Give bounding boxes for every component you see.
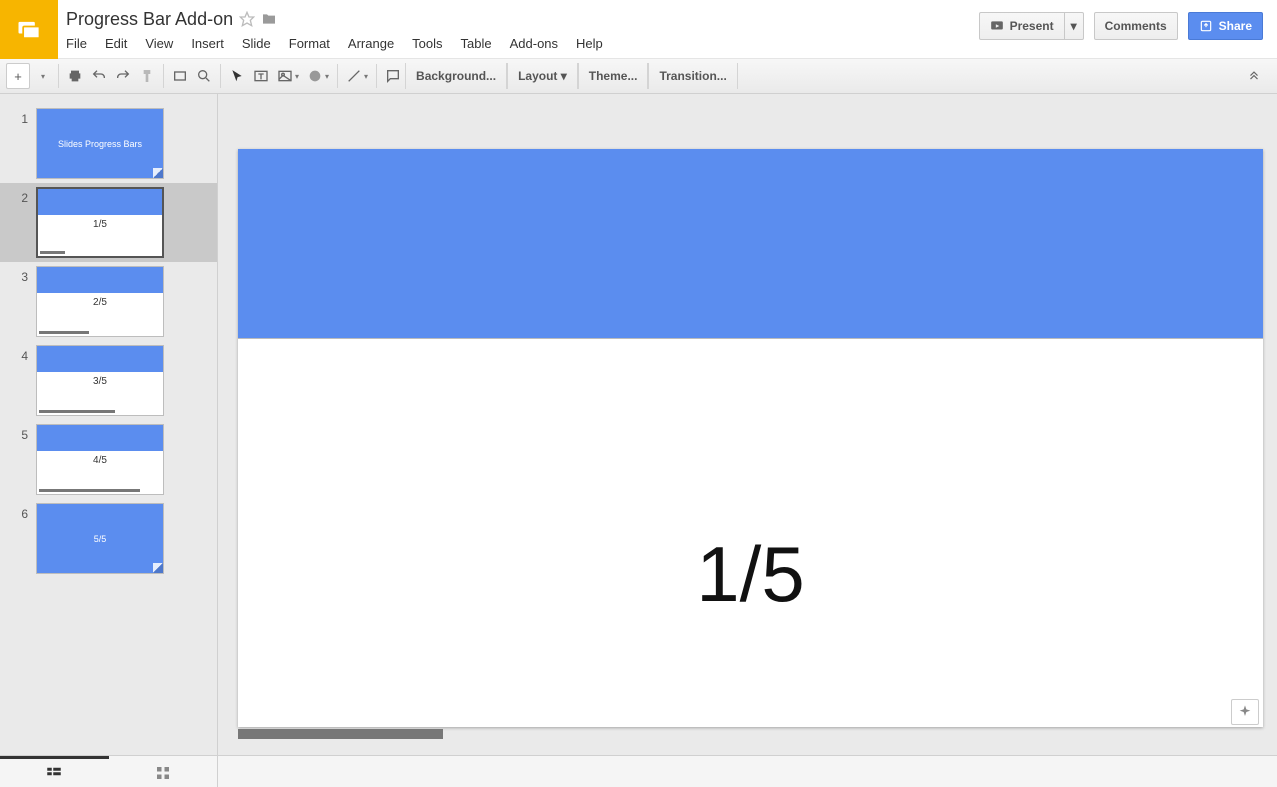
theme-button[interactable]: Theme... [578,63,649,89]
slide-header-banner [238,149,1263,339]
zoom-icon[interactable] [192,63,216,89]
thumbnail-label: 1/5 [38,219,162,230]
thumbnail-slide-3[interactable]: 3 2/5 [0,262,217,341]
paint-format-icon[interactable] [135,63,159,89]
thumbnail-progress [40,251,65,254]
star-icon[interactable] [239,11,255,27]
thumbnail-progress [39,489,140,492]
thumbnail-number: 6 [14,503,36,521]
bottom-bar [0,755,1277,787]
thumbnail-label: 2/5 [37,297,163,308]
explore-button[interactable] [1231,699,1259,725]
menu-bar: File Edit View Insert Slide Format Arran… [66,30,971,51]
header: Progress Bar Add-on File Edit View Inser… [0,0,1277,59]
new-slide-dropdown[interactable] [30,63,54,89]
menu-format[interactable]: Format [289,36,330,51]
present-label: Present [1010,19,1054,33]
menu-addons[interactable]: Add-ons [510,36,558,51]
slide-thumbnails[interactable]: 1 Slides Progress Bars 2 1/5 3 2/5 4 3/5 5 4/5 6 5/… [0,94,218,755]
menu-insert[interactable]: Insert [191,36,224,51]
print-icon[interactable] [63,63,87,89]
document-title[interactable]: Progress Bar Add-on [66,9,233,30]
background-button[interactable]: Background... [405,63,507,89]
thumbnail-slide-1[interactable]: 1 Slides Progress Bars [0,104,217,183]
undo-icon[interactable] [87,63,111,89]
thumbnail-number: 4 [14,345,36,363]
present-button[interactable]: Present [979,12,1065,40]
slide-progress-bar [238,729,443,739]
slide-canvas[interactable]: 1/5 [238,149,1263,727]
app-logo[interactable] [0,0,58,59]
grid-view-tab[interactable] [109,756,218,787]
zoom-fit-icon[interactable] [168,63,192,89]
slide-main-text: 1/5 [238,529,1263,620]
share-button[interactable]: Share [1188,12,1263,40]
share-label: Share [1219,19,1252,33]
new-slide-button[interactable]: + [6,63,30,89]
thumbnail-title: Slides Progress Bars [37,139,163,149]
transition-button[interactable]: Transition... [648,63,737,89]
menu-tools[interactable]: Tools [412,36,442,51]
menu-arrange[interactable]: Arrange [348,36,394,51]
menu-help[interactable]: Help [576,36,603,51]
shape-icon[interactable] [303,63,333,89]
redo-icon[interactable] [111,63,135,89]
thumbnail-slide-5[interactable]: 5 4/5 [0,420,217,499]
canvas-area: 1/5 [218,94,1277,755]
thumbnail-label: 3/5 [37,376,163,387]
menu-table[interactable]: Table [461,36,492,51]
toolbar: + Background... Layout ▾ Theme... Transi… [0,59,1277,94]
collapse-toolbar-icon[interactable] [1247,68,1271,85]
line-icon[interactable] [342,63,372,89]
thumbnail-number: 1 [14,108,36,126]
comments-button[interactable]: Comments [1094,12,1178,40]
image-icon[interactable] [273,63,303,89]
thumbnail-number: 2 [14,187,36,205]
menu-view[interactable]: View [145,36,173,51]
thumbnail-number: 5 [14,424,36,442]
present-button-group: Present ▾ [979,12,1084,40]
present-dropdown[interactable]: ▾ [1065,12,1084,40]
menu-slide[interactable]: Slide [242,36,271,51]
filmstrip-view-tab[interactable] [0,756,109,787]
textbox-icon[interactable] [249,63,273,89]
thumbnail-progress [39,410,115,413]
thumbnail-title: 5/5 [37,534,163,544]
menu-file[interactable]: File [66,36,87,51]
thumbnail-slide-6[interactable]: 6 5/5 [0,499,217,578]
comment-icon[interactable] [381,63,405,89]
folder-icon[interactable] [261,11,277,27]
thumbnail-progress [39,331,89,334]
thumbnail-slide-2[interactable]: 2 1/5 [0,183,217,262]
layout-button[interactable]: Layout ▾ [507,63,578,89]
select-icon[interactable] [225,63,249,89]
thumbnail-label: 4/5 [37,455,163,466]
menu-edit[interactable]: Edit [105,36,127,51]
thumbnail-number: 3 [14,266,36,284]
thumbnail-slide-4[interactable]: 4 3/5 [0,341,217,420]
